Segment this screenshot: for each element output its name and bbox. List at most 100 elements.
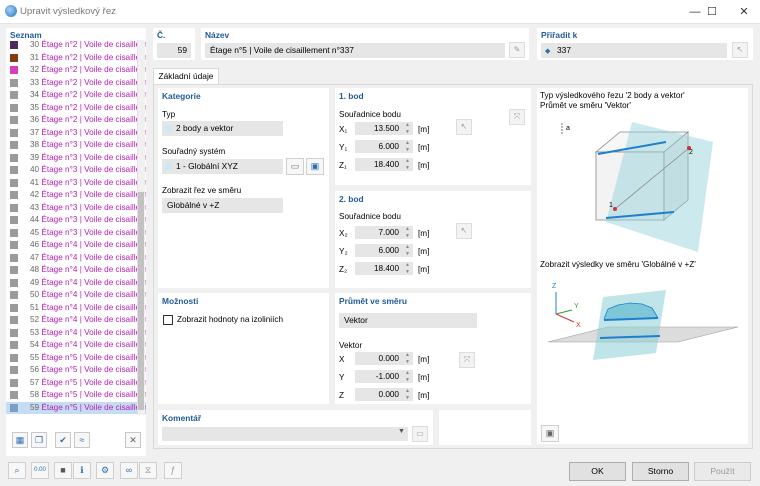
list-item[interactable]: 31 Étage n°2 | Voile de cisaillem bbox=[6, 52, 146, 65]
spin-arrows-icon[interactable]: ▲ ▼ bbox=[405, 352, 410, 365]
spin-arrows-icon[interactable]: ▲ ▼ bbox=[405, 262, 410, 275]
z1-unit: [m] bbox=[418, 161, 430, 170]
color-swatch bbox=[10, 166, 18, 174]
izolinie-checkbox[interactable] bbox=[163, 315, 173, 325]
list-item[interactable]: 44 Étage n°3 | Voile de cisaillem bbox=[6, 214, 146, 227]
spin-arrows-icon[interactable]: ▲ ▼ bbox=[405, 388, 410, 401]
uncheck-icon[interactable]: ≈ bbox=[74, 432, 90, 448]
section-list[interactable]: 30 Étage n°2 | Voile de cisaillem 31 Étag… bbox=[6, 39, 146, 416]
pick-vector-icon[interactable]: ⤧ bbox=[459, 352, 475, 368]
list-item[interactable]: 47 Étage n°4 | Voile de cisaillem bbox=[6, 252, 146, 265]
pick-point1-icon[interactable]: ↖ bbox=[456, 119, 472, 135]
close-button[interactable]: ✕ bbox=[735, 4, 753, 20]
link-icon[interactable]: ∞ bbox=[120, 462, 138, 479]
color-swatch bbox=[10, 203, 18, 212]
function-icon[interactable]: ƒ bbox=[164, 462, 182, 479]
y1-input[interactable]: 6.000 ▲ ▼ bbox=[355, 140, 413, 153]
y2-input[interactable]: 6.000 ▲ ▼ bbox=[355, 244, 413, 257]
list-item[interactable]: 35 Étage n°2 | Voile de cisaillem bbox=[6, 102, 146, 115]
maximize-button[interactable]: ☐ bbox=[703, 4, 721, 20]
list-item[interactable]: 37 Étage n°3 | Voile de cisaillem bbox=[6, 127, 146, 140]
select-object-icon[interactable]: ↖ bbox=[732, 42, 748, 58]
edit-name-icon[interactable]: ✎ bbox=[509, 42, 525, 58]
new-coordsys-icon[interactable]: ▭ bbox=[286, 158, 304, 175]
vx-input[interactable]: 0.000 ▲ ▼ bbox=[355, 352, 413, 365]
list-item[interactable]: 50 Étage n°4 | Voile de cisaillem bbox=[6, 289, 146, 302]
edit-coordsys-icon[interactable]: ▣ bbox=[306, 158, 324, 175]
list-item[interactable]: 46 Étage n°4 | Voile de cisaillem bbox=[6, 239, 146, 252]
list-item[interactable]: 39 Étage n°3 | Voile de cisaillem bbox=[6, 152, 146, 165]
x2-input[interactable]: 7.000 ▲ ▼ bbox=[355, 226, 413, 239]
pouzit-button[interactable]: Použít bbox=[694, 462, 751, 481]
typ-field[interactable]: 2 body a vektor bbox=[162, 121, 283, 136]
vz-input[interactable]: 0.000 ▲ ▼ bbox=[355, 388, 413, 401]
prumet-field[interactable]: Vektor bbox=[339, 313, 477, 328]
name-field[interactable]: Étage n°5 | Voile de cisaillement n°337 bbox=[205, 43, 505, 58]
color-swatch bbox=[10, 228, 18, 237]
number-field[interactable]: 59 bbox=[157, 43, 191, 58]
color-swatch bbox=[10, 128, 18, 137]
list-item[interactable]: 56 Étage n°5 | Voile de cisaillem bbox=[6, 364, 146, 377]
spin-arrows-icon[interactable]: ▲ ▼ bbox=[405, 122, 410, 135]
list-item[interactable]: 36 Étage n°2 | Voile de cisaillem bbox=[6, 114, 146, 127]
unlink-icon[interactable]: ⧖ bbox=[139, 462, 157, 479]
list-item-name: Étage n°2 | Voile de cisaillem bbox=[41, 102, 146, 112]
list-item[interactable]: 38 Étage n°3 | Voile de cisaillem bbox=[6, 139, 146, 152]
z1-input[interactable]: 18.400 ▲ ▼ bbox=[355, 158, 413, 171]
list-item[interactable]: 33 Étage n°2 | Voile de cisaillem bbox=[6, 77, 146, 90]
list-item[interactable]: 30 Étage n°2 | Voile de cisaillem bbox=[6, 39, 146, 52]
minimize-button[interactable]: — bbox=[686, 4, 704, 20]
komentar-input[interactable] bbox=[162, 427, 408, 441]
check-all-icon[interactable]: ✔ bbox=[55, 432, 71, 448]
list-item[interactable]: 58 Étage n°5 | Voile de cisaillem bbox=[6, 389, 146, 402]
list-item[interactable]: 51 Étage n°4 | Voile de cisaillem bbox=[6, 302, 146, 315]
info-icon[interactable]: ℹ bbox=[73, 462, 91, 479]
dir-label: Zobrazit řez ve směru bbox=[162, 186, 242, 195]
list-item[interactable]: 54 Étage n°4 | Voile de cisaillem bbox=[6, 339, 146, 352]
list-item[interactable]: 55 Étage n°5 | Voile de cisaillem bbox=[6, 352, 146, 365]
list-item[interactable]: 45 Étage n°3 | Voile de cisaillem bbox=[6, 227, 146, 240]
dir-field[interactable]: Globálné v +Z bbox=[162, 198, 283, 213]
list-item[interactable]: 53 Étage n°4 | Voile de cisaillem bbox=[6, 327, 146, 340]
assign-field[interactable]: 337 bbox=[541, 43, 727, 58]
color-icon[interactable]: ■ bbox=[54, 462, 72, 479]
spin-arrows-icon[interactable]: ▲ ▼ bbox=[405, 370, 410, 383]
list-item[interactable]: 41 Étage n°3 | Voile de cisaillem bbox=[6, 177, 146, 190]
list-item-name: Étage n°5 | Voile de cisaillem bbox=[41, 352, 146, 362]
ok-button[interactable]: OK bbox=[569, 462, 626, 481]
tab-zakladni-udaje[interactable]: Základní údaje bbox=[153, 68, 219, 84]
list-item[interactable]: 42 Étage n°3 | Voile de cisaillem bbox=[6, 189, 146, 202]
x1-input[interactable]: 13.500 ▲ ▼ bbox=[355, 122, 413, 135]
z2-input[interactable]: 18.400 ▲ ▼ bbox=[355, 262, 413, 275]
sys-field[interactable]: 1 - Globální XYZ bbox=[162, 159, 283, 174]
copy-item-icon[interactable]: ❐ bbox=[31, 432, 47, 448]
list-item[interactable]: 34 Étage n°2 | Voile de cisaillem bbox=[6, 89, 146, 102]
list-item[interactable]: 49 Étage n°4 | Voile de cisaillem bbox=[6, 277, 146, 290]
new-item-icon[interactable]: ▦ bbox=[12, 432, 28, 448]
delete-icon[interactable]: ✕ bbox=[125, 432, 141, 448]
vy-input[interactable]: -1.000 ▲ ▼ bbox=[355, 370, 413, 383]
view-icon[interactable]: ⚙ bbox=[96, 462, 114, 479]
list-item[interactable]: 52 Étage n°4 | Voile de cisaillem bbox=[6, 314, 146, 327]
komentar-edit-icon[interactable]: ▭ bbox=[412, 426, 428, 442]
spin-arrows-icon[interactable]: ▲ ▼ bbox=[405, 244, 410, 257]
scrollbar-thumb[interactable] bbox=[138, 192, 144, 410]
preview-options-icon[interactable]: ▣ bbox=[541, 425, 559, 442]
units-icon[interactable]: 0.00 bbox=[31, 462, 49, 479]
spin-arrows-icon[interactable]: ▲ ▼ bbox=[405, 158, 410, 171]
list-item[interactable]: 57 Étage n°5 | Voile de cisaillem bbox=[6, 377, 146, 390]
z2-value: 18.400 bbox=[373, 264, 399, 273]
list-item[interactable]: 59 Étage n°5 | Voile de cisaillem bbox=[6, 401, 146, 414]
list-item[interactable]: 48 Étage n°4 | Voile de cisaillem bbox=[6, 264, 146, 277]
list-item[interactable]: 32 Étage n°2 | Voile de cisaillem bbox=[6, 64, 146, 77]
list-item[interactable]: 43 Étage n°3 | Voile de cisaillem bbox=[6, 202, 146, 215]
list-item[interactable]: 40 Étage n°3 | Voile de cisaillem bbox=[6, 164, 146, 177]
pick-xyz1-icon[interactable]: ⤧ bbox=[509, 109, 525, 125]
list-item-name: Étage n°4 | Voile de cisaillem bbox=[41, 327, 146, 337]
spin-arrows-icon[interactable]: ▲ ▼ bbox=[405, 226, 410, 239]
chevron-down-icon[interactable]: ▼ bbox=[398, 428, 405, 435]
spin-arrows-icon[interactable]: ▲ ▼ bbox=[405, 140, 410, 153]
search-icon[interactable]: ⌕ bbox=[8, 462, 26, 479]
pick-point2-icon[interactable]: ↖ bbox=[456, 223, 472, 239]
storno-button[interactable]: Storno bbox=[632, 462, 689, 481]
